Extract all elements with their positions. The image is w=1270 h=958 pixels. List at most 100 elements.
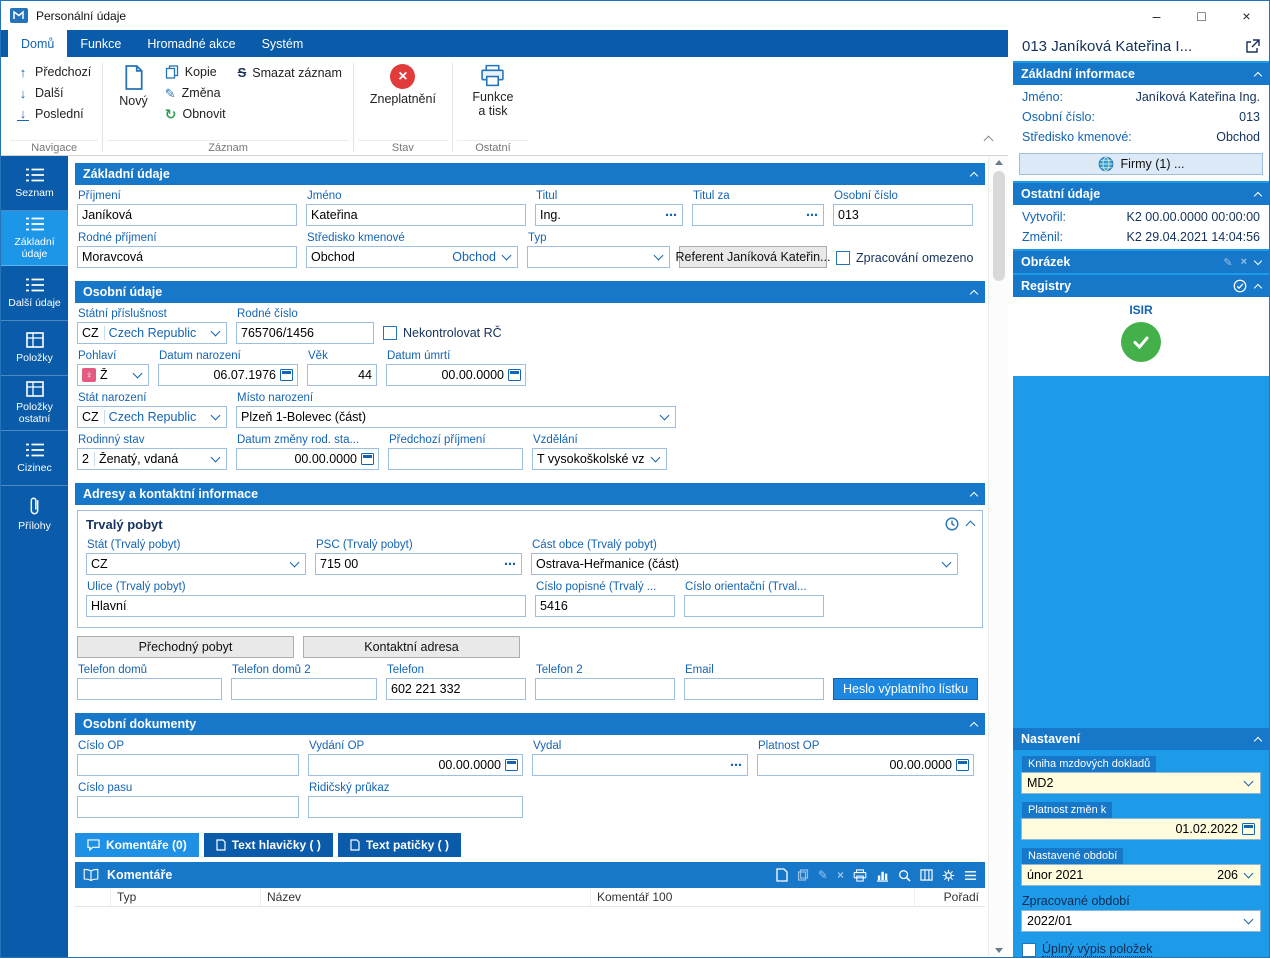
collapse-icon[interactable] [1254,736,1262,744]
print-icon[interactable] [853,869,867,882]
calendar-icon[interactable] [505,759,518,771]
heslo-vyplatniho-listku-button[interactable]: Heslo výplatního lístku [833,678,978,700]
prijmeni-input[interactable]: Janíková [77,204,297,226]
panel-section-registry[interactable]: Registry [1013,275,1269,297]
new-comment-icon[interactable] [776,868,788,882]
ellipsis-icon[interactable]: ⋯ [730,759,743,771]
collapse-ribbon-icon[interactable] [985,132,992,147]
collapse-icon[interactable] [966,521,976,531]
platnost-zmen-k-input[interactable]: 01.02.2022 [1021,818,1261,840]
ribbon-tab-hromadne-akce[interactable]: Hromadné akce [134,30,248,57]
column-komentar[interactable]: Komentář 100 [591,888,915,906]
scroll-down-arrow[interactable] [995,948,1003,953]
dropdown-icon[interactable] [658,415,671,419]
column-nazev[interactable]: Název [261,888,591,906]
rodinny-stav-input[interactable]: 2Ženatý, vdaná [77,448,227,470]
invalidate-button[interactable]: × Zneplatnění [361,61,445,106]
new-record-button[interactable]: Nový [110,61,156,108]
maximize-button[interactable]: □ [1179,1,1224,30]
vydal-input[interactable]: ⋯ [532,754,748,776]
next-record-button[interactable]: ↓Další [13,85,95,101]
clock-icon[interactable] [945,517,959,531]
uplny-vypis-polozek-checkbox[interactable] [1022,943,1036,957]
change-record-button[interactable]: ✎ Změna [161,85,230,101]
jmeno-input[interactable]: Kateřina [306,204,526,226]
dropdown-icon[interactable] [649,457,662,461]
sidebar-item-prilohy[interactable]: Přílohy [1,486,68,541]
ellipsis-icon[interactable]: ⋯ [806,209,819,221]
ribbon-tab-system[interactable]: Systém [249,30,317,57]
cislo-op-input[interactable] [77,754,299,776]
menu-icon[interactable] [964,870,977,881]
tab-komentare[interactable]: Komentáře (0) [75,833,199,857]
zpracovane-obdobi-input[interactable]: 2022/01 [1021,910,1261,932]
nastavene-obdobi-input[interactable]: únor 2021206 [1021,864,1261,886]
panel-section-obrazek[interactable]: Obrázek ✎ × [1013,251,1269,273]
functions-print-button[interactable]: Funkce a tisk [460,61,526,118]
calendar-icon[interactable] [1242,823,1255,835]
search-icon[interactable] [898,869,911,882]
copy-record-button[interactable]: Kopie [161,64,230,80]
settings-gear-icon[interactable] [942,869,955,882]
sidebar-item-cizinec[interactable]: Cizinec [1,431,68,486]
calendar-icon[interactable] [361,453,374,465]
dropdown-icon[interactable] [1242,873,1255,877]
delete-icon[interactable]: × [837,868,844,882]
cislo-popisne-input[interactable]: 5416 [535,595,675,617]
calendar-icon[interactable] [280,369,293,381]
columns-icon[interactable] [920,869,933,881]
dropdown-icon[interactable] [209,331,222,335]
panel-section-ostatni-udaje[interactable]: Ostatní údaje [1013,183,1269,205]
email-input[interactable] [684,678,824,700]
kniha-mzdovych-dokladu-input[interactable]: MD2 [1021,772,1261,794]
tab-text-hlavicky[interactable]: Text hlavičky ( ) [204,833,333,857]
copy-icon[interactable] [797,869,809,881]
ulice-input[interactable]: Hlavní [86,595,526,617]
sidebar-item-zakladni-udaje[interactable]: Základní údaje [1,211,68,266]
last-record-button[interactable]: ↓Poslední [13,106,95,122]
telefon-2-input[interactable] [535,678,675,700]
rodne-cislo-input[interactable]: 765706/1456 [236,322,374,344]
collapse-icon[interactable] [1254,283,1262,291]
telefon-input[interactable]: 602 221 332 [386,678,526,700]
predchozi-prijmeni-input[interactable] [388,448,523,470]
stat-trvaly-input[interactable]: CZ [86,553,306,575]
collapse-icon[interactable] [1254,71,1262,79]
collapse-icon[interactable] [970,721,978,729]
scroll-up-arrow[interactable] [995,160,1003,165]
panel-section-nastaveni[interactable]: Nastavení [1013,728,1269,750]
ribbon-tab-funkce[interactable]: Funkce [67,30,134,57]
vzdelani-input[interactable]: T vysokoškolské vz... [532,448,667,470]
minimize-button[interactable]: – [1134,1,1179,30]
kontaktni-adresa-button[interactable]: Kontaktní adresa [303,636,520,658]
refresh-record-button[interactable]: ↻ Obnovit [161,106,230,122]
vek-input[interactable]: 44 [307,364,377,386]
vertical-scrollbar[interactable] [988,156,1008,957]
rodne-prijmeni-input[interactable]: Moravcová [77,246,297,268]
sidebar-item-dalsi-udaje[interactable]: Další údaje [1,266,68,321]
cislo-orientacni-input[interactable] [684,595,824,617]
stat-narozeni-input[interactable]: CZCzech Republic [77,406,227,428]
firms-button[interactable]: Firmy (1) ... [1019,153,1263,175]
dropdown-icon[interactable] [940,562,953,566]
ellipsis-icon[interactable]: ⋯ [504,558,517,570]
pohlavi-input[interactable]: ♀Ž [77,364,149,386]
datum-zmeny-input[interactable]: 00.00.0000 [236,448,379,470]
prechodny-pobyt-button[interactable]: Přechodný pobyt [77,636,294,658]
telefon-domu-2-input[interactable] [231,678,377,700]
collapse-icon[interactable] [970,171,978,179]
open-in-window-icon[interactable] [1245,39,1260,54]
platnost-op-input[interactable]: 00.00.0000 [757,754,974,776]
section-header-adresy[interactable]: Adresy a kontaktní informace [75,483,985,505]
datum-umrti-input[interactable]: 00.00.0000 [386,364,526,386]
section-header-osobni-dokumenty[interactable]: Osobní dokumenty [75,713,985,735]
column-poradi[interactable]: Pořadí [915,888,985,906]
section-header-osobni-udaje[interactable]: Osobní údaje [75,281,985,303]
collapse-icon[interactable] [970,289,978,297]
dropdown-icon[interactable] [1242,919,1255,923]
dropdown-icon[interactable] [209,415,222,419]
nekontrolovat-rc-checkbox[interactable] [383,326,397,340]
collapse-icon[interactable] [1254,191,1262,199]
check-circle-icon[interactable] [1233,279,1247,293]
scroll-thumb[interactable] [993,171,1005,281]
